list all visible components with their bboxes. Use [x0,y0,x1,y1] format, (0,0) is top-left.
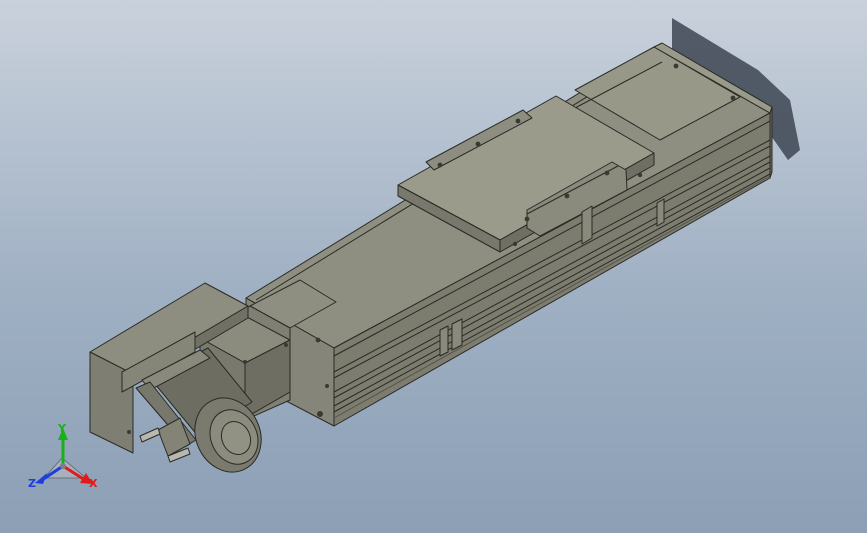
cad-viewport[interactable]: Y X Z [0,0,867,533]
coordinate-triad: Y X Z [28,422,98,490]
linear-actuator-model[interactable] [89,42,773,483]
triad-y-label: Y [57,422,67,435]
cad-scene[interactable]: Y X Z [0,0,867,533]
triad-z-label: Z [28,477,36,490]
end-cap-side [769,106,773,179]
triad-x-label: X [89,477,98,490]
triad-origin [60,463,66,469]
